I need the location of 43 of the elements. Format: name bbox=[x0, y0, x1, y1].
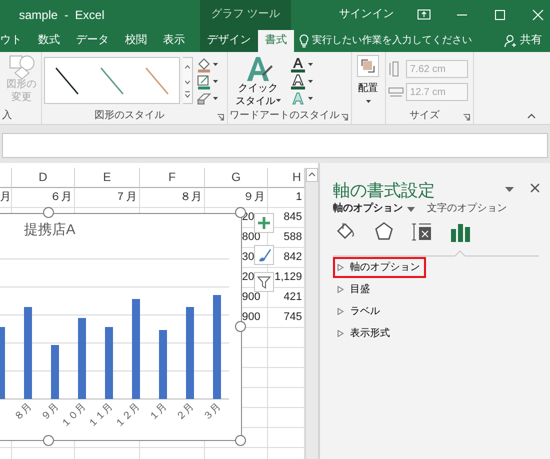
section-header[interactable]: 表示形式 bbox=[333, 323, 396, 344]
group-label: 図形のスタイル bbox=[94, 110, 164, 122]
axis-label: ９月 bbox=[39, 401, 62, 424]
group-label: サイズ bbox=[410, 110, 440, 122]
option-tab[interactable]: 軸のオプション bbox=[333, 203, 415, 215]
column-header[interactable]: E bbox=[75, 168, 140, 188]
column-header[interactable]: G bbox=[205, 168, 268, 188]
table-cell: ８月 bbox=[140, 188, 205, 208]
ribbon-tab[interactable]: 数式 bbox=[31, 30, 67, 52]
axis-label: １０月 bbox=[59, 401, 88, 430]
column-header[interactable]: D bbox=[12, 168, 75, 188]
ribbon-tab[interactable]: 校閲 bbox=[118, 30, 154, 52]
axis-label: ２月 bbox=[174, 401, 196, 424]
table-cell: 月 bbox=[0, 188, 12, 208]
ribbon-tab[interactable]: ウト bbox=[0, 30, 29, 52]
section-header[interactable]: 軸のオプション bbox=[333, 257, 426, 278]
arrange-button[interactable]: 配置 bbox=[354, 55, 382, 108]
chart-title: 提携店A bbox=[24, 221, 76, 238]
quick-style-button[interactable]: クイックスタイル bbox=[230, 55, 286, 108]
ribbon-tab[interactable]: 表示 bbox=[156, 30, 192, 52]
share-button[interactable]: 共有 bbox=[504, 30, 542, 52]
axis-label: ３月 bbox=[201, 401, 224, 424]
section-header[interactable]: ラベル bbox=[333, 301, 386, 322]
section-header[interactable]: 目盛 bbox=[333, 279, 376, 300]
table-cell: ７月 bbox=[75, 188, 140, 208]
table-cell: ９月 bbox=[205, 188, 268, 208]
axis-label: １１月 bbox=[86, 401, 116, 430]
column-header[interactable]: H bbox=[268, 168, 305, 188]
ribbon-tab[interactable]: 書式 bbox=[258, 30, 294, 52]
window-title: sample - Excel bbox=[18, 8, 106, 22]
tool-group-label: グラフ ツール bbox=[200, 0, 291, 30]
group-label: ワードアートのスタイル bbox=[230, 110, 340, 122]
axis-label: １月 bbox=[147, 401, 170, 424]
sign-in-button[interactable]: サインイン bbox=[335, 8, 398, 22]
group-label: 入 bbox=[2, 110, 12, 122]
axis-label: １２月 bbox=[113, 401, 142, 430]
ribbon-tab[interactable]: デザイン bbox=[200, 30, 258, 52]
axis-label: ８月 bbox=[12, 401, 34, 424]
table-cell: ６月 bbox=[12, 188, 75, 208]
pane-title: 軸の書式設定 bbox=[333, 180, 435, 202]
column-header[interactable]: F bbox=[140, 168, 205, 188]
ribbon-tab[interactable]: データ bbox=[69, 30, 116, 52]
option-tab[interactable]: 文字のオプション bbox=[427, 203, 507, 215]
